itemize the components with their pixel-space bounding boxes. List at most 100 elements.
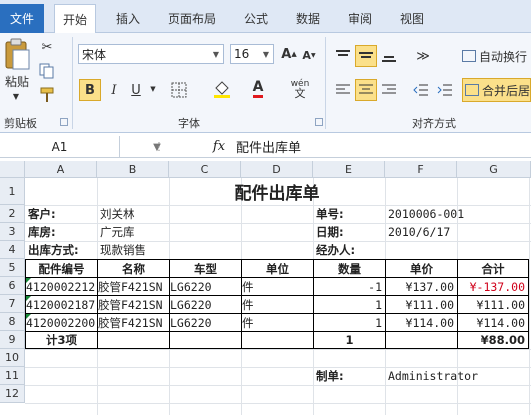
column-header-a[interactable]: A: [25, 161, 97, 178]
header-code[interactable]: 配件编号: [26, 260, 97, 277]
item-price[interactable]: ¥114.00: [386, 314, 457, 331]
tab-data[interactable]: 数据: [288, 4, 328, 33]
align-top-icon[interactable]: [332, 45, 354, 67]
row-header-12[interactable]: 12: [0, 385, 25, 403]
row-header-8[interactable]: 8: [0, 313, 25, 331]
row-header-5[interactable]: 5: [0, 259, 25, 277]
fill-color-icon[interactable]: [211, 78, 233, 100]
out-type-label[interactable]: 出库方式:: [28, 241, 98, 259]
row-header-6[interactable]: 6: [0, 277, 25, 295]
column-header-c[interactable]: C: [169, 161, 241, 178]
summary-total[interactable]: ¥88.00: [458, 332, 528, 348]
decrease-indent-icon[interactable]: [410, 79, 432, 101]
grow-font-icon[interactable]: A ▲: [280, 44, 298, 64]
summary-qty[interactable]: 1: [314, 332, 385, 348]
item-qty[interactable]: -1: [314, 278, 385, 295]
header-qty[interactable]: 数量: [314, 260, 385, 277]
italic-button[interactable]: I: [103, 79, 125, 101]
font-name-select[interactable]: 宋体 ▼: [78, 44, 224, 64]
align-middle-icon[interactable]: [355, 45, 377, 67]
item-model[interactable]: LG6220: [170, 278, 241, 295]
name-box[interactable]: A1: [0, 136, 120, 157]
column-header-f[interactable]: F: [385, 161, 457, 178]
format-painter-icon[interactable]: [38, 86, 56, 104]
row-header-7[interactable]: 7: [0, 295, 25, 313]
doc-no-label[interactable]: 单号:: [316, 205, 382, 223]
item-qty[interactable]: 1: [314, 296, 385, 313]
tab-formulas[interactable]: 公式: [236, 4, 276, 33]
item-model[interactable]: LG6220: [170, 314, 241, 331]
shrink-font-icon[interactable]: A ▼: [300, 46, 318, 64]
item-name[interactable]: 胶管F421SN: [98, 296, 169, 313]
tab-review[interactable]: 审阅: [340, 4, 380, 33]
header-model[interactable]: 车型: [170, 260, 241, 277]
paste-icon[interactable]: [2, 37, 32, 71]
item-price[interactable]: ¥111.00: [386, 296, 457, 313]
align-right-icon[interactable]: [378, 79, 400, 101]
wrap-text-button[interactable]: 自动换行: [462, 45, 531, 67]
item-unit[interactable]: 件: [242, 278, 313, 295]
header-price[interactable]: 单价: [386, 260, 457, 277]
doc-no-value[interactable]: 2010006-001: [388, 205, 488, 223]
item-name[interactable]: 胶管F421SN: [98, 314, 169, 331]
row-header-11[interactable]: 11: [0, 367, 25, 385]
paste-button[interactable]: 粘贴: [0, 73, 34, 89]
font-size-select[interactable]: 16 ▼: [230, 44, 274, 64]
item-price[interactable]: ¥137.00: [386, 278, 457, 295]
tab-page-layout[interactable]: 页面布局: [160, 4, 224, 33]
align-bottom-icon[interactable]: [378, 45, 400, 67]
underline-dropdown-icon[interactable]: ▼: [149, 84, 157, 94]
column-header-e[interactable]: E: [313, 161, 385, 178]
insert-function-icon[interactable]: fx: [208, 136, 230, 157]
header-total[interactable]: 合计: [458, 260, 528, 277]
formula-input[interactable]: 配件出库单: [236, 136, 301, 157]
item-code[interactable]: 4120002212: [26, 278, 97, 295]
tab-home[interactable]: 开始: [54, 4, 96, 34]
warehouse-label[interactable]: 库房:: [28, 223, 94, 241]
cut-icon[interactable]: ✂: [38, 38, 56, 56]
phonetic-icon[interactable]: wén 文: [288, 77, 312, 101]
sheet-title[interactable]: 配件出库单: [25, 178, 529, 205]
paste-dropdown-icon[interactable]: ▼: [10, 91, 22, 101]
item-unit[interactable]: 件: [242, 296, 313, 313]
item-qty[interactable]: 1: [314, 314, 385, 331]
column-header-g[interactable]: G: [457, 161, 531, 178]
clipboard-launcher-icon[interactable]: [60, 118, 68, 126]
item-total[interactable]: ¥111.00: [458, 296, 528, 313]
date-label[interactable]: 日期:: [316, 223, 382, 241]
maker-label[interactable]: 制单:: [316, 367, 382, 385]
summary-label[interactable]: 计3项: [26, 332, 97, 348]
row-header-4[interactable]: 4: [0, 241, 25, 259]
bold-button[interactable]: B: [79, 79, 101, 101]
row-header-1[interactable]: 1: [0, 178, 25, 205]
item-unit[interactable]: 件: [242, 314, 313, 331]
customer-label[interactable]: 客户:: [28, 205, 94, 223]
item-name[interactable]: 胶管F421SN: [98, 278, 169, 295]
date-value[interactable]: 2010/6/17: [388, 223, 488, 241]
out-type-value[interactable]: 现款销售: [100, 241, 166, 259]
underline-button[interactable]: U: [125, 79, 147, 101]
row-header-10[interactable]: 10: [0, 349, 25, 367]
align-left-icon[interactable]: [332, 79, 354, 101]
item-code[interactable]: 4120002187: [26, 296, 97, 313]
item-model[interactable]: LG6220: [170, 296, 241, 313]
select-all-corner[interactable]: [0, 161, 25, 178]
row-header-3[interactable]: 3: [0, 223, 25, 241]
item-code[interactable]: 4120002200: [26, 314, 97, 331]
row-header-2[interactable]: 2: [0, 205, 25, 223]
font-launcher-icon[interactable]: [315, 118, 323, 126]
column-header-b[interactable]: B: [97, 161, 169, 178]
row-header-9[interactable]: 9: [0, 331, 25, 349]
font-color-icon[interactable]: A: [247, 78, 269, 100]
customer-value[interactable]: 刘关林: [100, 205, 166, 223]
merge-center-button[interactable]: 合并后居: [462, 78, 531, 102]
warehouse-value[interactable]: 广元库: [100, 223, 166, 241]
item-total-negative[interactable]: ¥-137.00: [458, 278, 528, 295]
borders-icon[interactable]: [168, 80, 190, 100]
tab-file[interactable]: 文件: [0, 4, 44, 33]
handler-label[interactable]: 经办人:: [316, 241, 382, 259]
item-total[interactable]: ¥114.00: [458, 314, 528, 331]
increase-indent-icon[interactable]: [434, 79, 456, 101]
header-unit[interactable]: 单位: [242, 260, 313, 277]
orientation-icon[interactable]: ≫: [410, 45, 436, 67]
